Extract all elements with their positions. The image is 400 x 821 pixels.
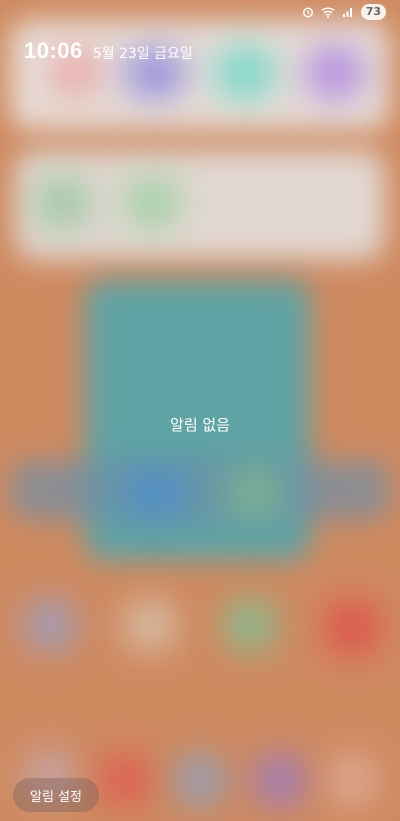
wifi-icon [321, 5, 335, 19]
lock-header: 10:06 5월 23일 금요일 [24, 38, 193, 64]
status-bar: 73 [0, 0, 400, 24]
alarm-icon [301, 5, 315, 19]
battery-level: 73 [360, 4, 386, 20]
signal-icon [341, 5, 355, 19]
blurred-wallpaper [0, 0, 400, 821]
clock-date[interactable]: 5월 23일 금요일 [93, 43, 193, 63]
no-notifications-text: 알림 없음 [170, 416, 230, 434]
clock-time[interactable]: 10:06 [24, 38, 83, 64]
notification-settings-button[interactable]: 알림 설정 [13, 778, 99, 812]
